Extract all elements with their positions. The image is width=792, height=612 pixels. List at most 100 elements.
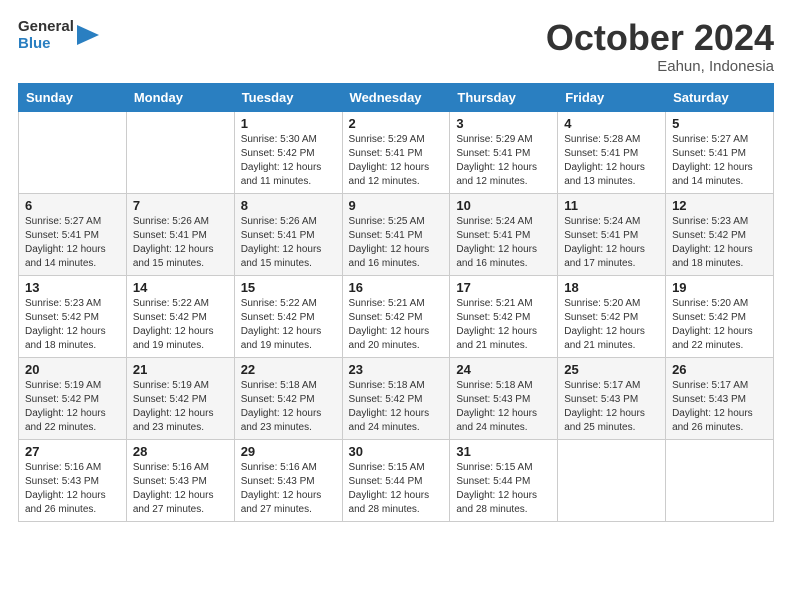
day-number: 6 — [25, 198, 120, 213]
day-info: Sunrise: 5:29 AMSunset: 5:41 PMDaylight:… — [349, 133, 444, 189]
day-number: 7 — [133, 198, 228, 213]
day-number: 12 — [672, 198, 767, 213]
page: General Blue October 2024 Eahun, Indones… — [0, 0, 792, 612]
day-number: 14 — [133, 280, 228, 295]
weekday-header-monday: Monday — [126, 83, 234, 111]
header: General Blue October 2024 Eahun, Indones… — [18, 18, 774, 75]
week-row-1: 1 Sunrise: 5:30 AMSunset: 5:42 PMDaylight… — [19, 111, 774, 193]
day-info: Sunrise: 5:20 AMSunset: 5:42 PMDaylight:… — [672, 297, 767, 353]
calendar-cell: 25 Sunrise: 5:17 AMSunset: 5:43 PMDayligh… — [558, 357, 666, 439]
calendar-cell: 5 Sunrise: 5:27 AMSunset: 5:41 PMDaylight… — [666, 111, 774, 193]
day-number: 19 — [672, 280, 767, 295]
calendar-cell: 16 Sunrise: 5:21 AMSunset: 5:42 PMDayligh… — [342, 275, 450, 357]
calendar-cell: 12 Sunrise: 5:23 AMSunset: 5:42 PMDayligh… — [666, 193, 774, 275]
week-row-2: 6Sunrise: 5:27 AMSunset: 5:41 PMDaylight… — [19, 193, 774, 275]
calendar-cell — [666, 439, 774, 521]
calendar-cell: 30Sunrise: 5:15 AMSunset: 5:44 PMDayligh… — [342, 439, 450, 521]
calendar-cell: 1 Sunrise: 5:30 AMSunset: 5:42 PMDaylight… — [234, 111, 342, 193]
day-number: 4 — [564, 116, 659, 131]
calendar-cell: 18 Sunrise: 5:20 AMSunset: 5:42 PMDayligh… — [558, 275, 666, 357]
week-row-4: 20 Sunrise: 5:19 AMSunset: 5:42 PMDayligh… — [19, 357, 774, 439]
day-number: 16 — [349, 280, 444, 295]
day-info: Sunrise: 5:16 AMSunset: 5:43 PMDaylight:… — [25, 461, 120, 517]
day-info: Sunrise: 5:20 AMSunset: 5:42 PMDaylight:… — [564, 297, 659, 353]
logo: General Blue — [18, 18, 99, 53]
day-number: 17 — [456, 280, 551, 295]
calendar-cell: 6Sunrise: 5:27 AMSunset: 5:41 PMDaylight… — [19, 193, 127, 275]
calendar-cell: 13 Sunrise: 5:23 AMSunset: 5:42 PMDayligh… — [19, 275, 127, 357]
day-info: Sunrise: 5:16 AMSunset: 5:43 PMDaylight:… — [241, 461, 336, 517]
day-number: 21 — [133, 362, 228, 377]
day-info: Sunrise: 5:15 AMSunset: 5:44 PMDaylight:… — [456, 461, 551, 517]
week-row-3: 13 Sunrise: 5:23 AMSunset: 5:42 PMDayligh… — [19, 275, 774, 357]
calendar-cell: 3 Sunrise: 5:29 AMSunset: 5:41 PMDaylight… — [450, 111, 558, 193]
day-number: 22 — [241, 362, 336, 377]
weekday-header-friday: Friday — [558, 83, 666, 111]
day-info: Sunrise: 5:16 AMSunset: 5:43 PMDaylight:… — [133, 461, 228, 517]
day-info: Sunrise: 5:21 AMSunset: 5:42 PMDaylight:… — [456, 297, 551, 353]
day-number: 28 — [133, 444, 228, 459]
calendar: SundayMondayTuesdayWednesdayThursdayFrid… — [18, 83, 774, 522]
day-info: Sunrise: 5:24 AMSunset: 5:41 PMDaylight:… — [564, 215, 659, 271]
day-number: 27 — [25, 444, 120, 459]
day-number: 5 — [672, 116, 767, 131]
day-info: Sunrise: 5:17 AMSunset: 5:43 PMDaylight:… — [672, 379, 767, 435]
calendar-cell: 20 Sunrise: 5:19 AMSunset: 5:42 PMDayligh… — [19, 357, 127, 439]
day-info: Sunrise: 5:21 AMSunset: 5:42 PMDaylight:… — [349, 297, 444, 353]
day-number: 8 — [241, 198, 336, 213]
day-number: 26 — [672, 362, 767, 377]
day-number: 1 — [241, 116, 336, 131]
day-info: Sunrise: 5:25 AMSunset: 5:41 PMDaylight:… — [349, 215, 444, 271]
month-title: October 2024 — [546, 18, 774, 58]
calendar-cell: 26 Sunrise: 5:17 AMSunset: 5:43 PMDayligh… — [666, 357, 774, 439]
day-number: 3 — [456, 116, 551, 131]
calendar-cell: 23 Sunrise: 5:18 AMSunset: 5:42 PMDayligh… — [342, 357, 450, 439]
day-number: 15 — [241, 280, 336, 295]
day-info: Sunrise: 5:23 AMSunset: 5:42 PMDaylight:… — [672, 215, 767, 271]
calendar-cell: 24 Sunrise: 5:18 AMSunset: 5:43 PMDayligh… — [450, 357, 558, 439]
day-info: Sunrise: 5:18 AMSunset: 5:42 PMDaylight:… — [349, 379, 444, 435]
day-info: Sunrise: 5:17 AMSunset: 5:43 PMDaylight:… — [564, 379, 659, 435]
day-info: Sunrise: 5:26 AMSunset: 5:41 PMDaylight:… — [133, 215, 228, 271]
day-info: Sunrise: 5:15 AMSunset: 5:44 PMDaylight:… — [349, 461, 444, 517]
day-info: Sunrise: 5:19 AMSunset: 5:42 PMDaylight:… — [25, 379, 120, 435]
weekday-header-sunday: Sunday — [19, 83, 127, 111]
calendar-cell: 21 Sunrise: 5:19 AMSunset: 5:42 PMDayligh… — [126, 357, 234, 439]
calendar-cell: 31 Sunrise: 5:15 AMSunset: 5:44 PMDayligh… — [450, 439, 558, 521]
day-info: Sunrise: 5:18 AMSunset: 5:42 PMDaylight:… — [241, 379, 336, 435]
weekday-header-saturday: Saturday — [666, 83, 774, 111]
day-number: 25 — [564, 362, 659, 377]
day-info: Sunrise: 5:30 AMSunset: 5:42 PMDaylight:… — [241, 133, 336, 189]
calendar-cell: 19 Sunrise: 5:20 AMSunset: 5:42 PMDayligh… — [666, 275, 774, 357]
calendar-cell: 11 Sunrise: 5:24 AMSunset: 5:41 PMDayligh… — [558, 193, 666, 275]
day-number: 23 — [349, 362, 444, 377]
calendar-cell: 9Sunrise: 5:25 AMSunset: 5:41 PMDaylight… — [342, 193, 450, 275]
calendar-cell: 10Sunrise: 5:24 AMSunset: 5:41 PMDayligh… — [450, 193, 558, 275]
calendar-cell: 4Sunrise: 5:28 AMSunset: 5:41 PMDaylight… — [558, 111, 666, 193]
calendar-cell: 29Sunrise: 5:16 AMSunset: 5:43 PMDayligh… — [234, 439, 342, 521]
day-number: 13 — [25, 280, 120, 295]
location: Eahun, Indonesia — [546, 58, 774, 75]
day-number: 24 — [456, 362, 551, 377]
logo-triangle-icon — [77, 21, 99, 49]
weekday-header-row: SundayMondayTuesdayWednesdayThursdayFrid… — [19, 83, 774, 111]
calendar-cell — [558, 439, 666, 521]
day-number: 31 — [456, 444, 551, 459]
day-info: Sunrise: 5:27 AMSunset: 5:41 PMDaylight:… — [672, 133, 767, 189]
weekday-header-thursday: Thursday — [450, 83, 558, 111]
calendar-cell: 2 Sunrise: 5:29 AMSunset: 5:41 PMDaylight… — [342, 111, 450, 193]
weekday-header-wednesday: Wednesday — [342, 83, 450, 111]
title-block: October 2024 Eahun, Indonesia — [546, 18, 774, 75]
day-number: 11 — [564, 198, 659, 213]
day-info: Sunrise: 5:29 AMSunset: 5:41 PMDaylight:… — [456, 133, 551, 189]
day-info: Sunrise: 5:24 AMSunset: 5:41 PMDaylight:… — [456, 215, 551, 271]
day-info: Sunrise: 5:22 AMSunset: 5:42 PMDaylight:… — [133, 297, 228, 353]
day-number: 20 — [25, 362, 120, 377]
calendar-cell: 14 Sunrise: 5:22 AMSunset: 5:42 PMDayligh… — [126, 275, 234, 357]
calendar-cell: 28 Sunrise: 5:16 AMSunset: 5:43 PMDayligh… — [126, 439, 234, 521]
day-info: Sunrise: 5:18 AMSunset: 5:43 PMDaylight:… — [456, 379, 551, 435]
day-info: Sunrise: 5:23 AMSunset: 5:42 PMDaylight:… — [25, 297, 120, 353]
day-number: 18 — [564, 280, 659, 295]
day-number: 2 — [349, 116, 444, 131]
day-info: Sunrise: 5:19 AMSunset: 5:42 PMDaylight:… — [133, 379, 228, 435]
